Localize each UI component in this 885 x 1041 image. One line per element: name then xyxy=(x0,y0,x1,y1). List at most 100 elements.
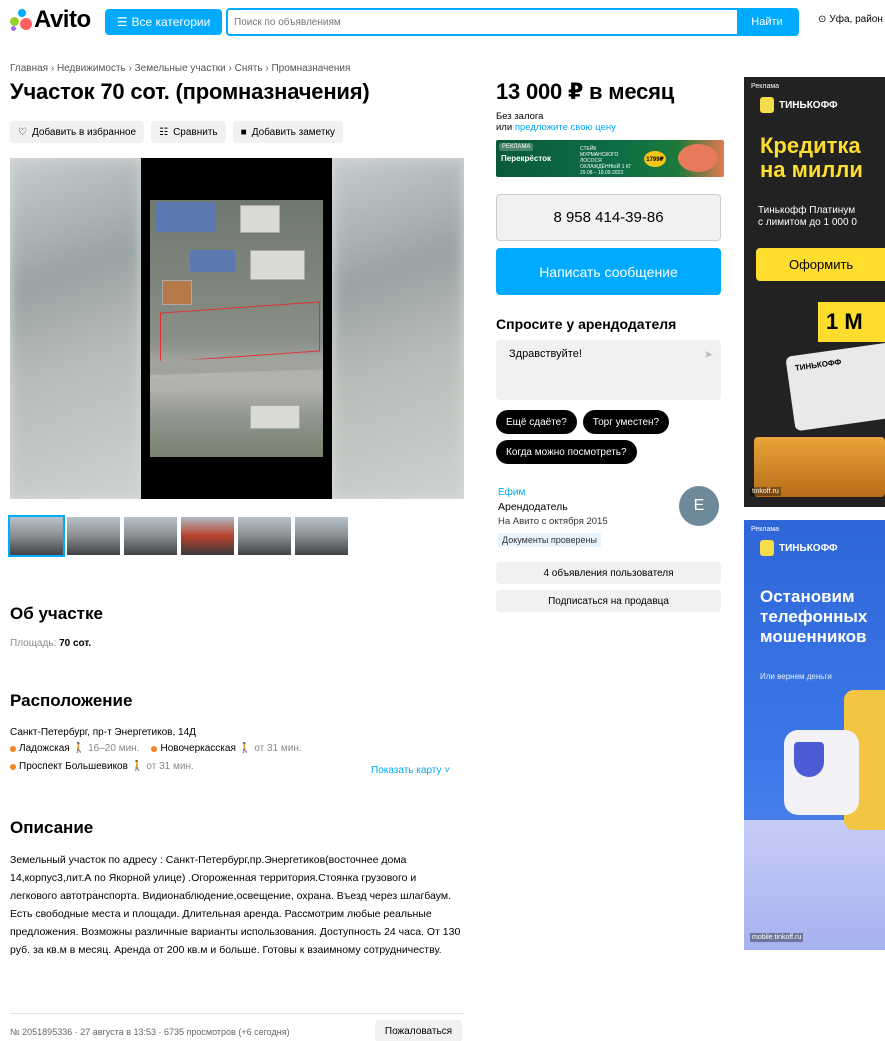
quick-question-chip[interactable]: Торг уместен? xyxy=(582,410,670,434)
aerial-image xyxy=(150,200,323,457)
search-button[interactable]: Найти xyxy=(737,10,797,34)
walking-icon: 🚶 xyxy=(130,761,144,772)
metro-dot-icon xyxy=(10,745,16,752)
avatar[interactable]: Е xyxy=(679,486,719,526)
logo-text: Avito xyxy=(34,6,91,33)
metro-name: Новочеркасская xyxy=(160,743,236,754)
ad-headline-line: Кредитка xyxy=(760,133,861,158)
location-heading: Расположение xyxy=(10,691,133,710)
metro-time: от 31 мин. xyxy=(254,743,302,754)
all-categories-button[interactable]: ☰ Все категории xyxy=(105,9,222,35)
add-to-favorites-button[interactable]: ♡ Добавить в избранное xyxy=(10,121,145,143)
tinkoff-mobile-ad[interactable]: Реклама ТИНЬКОФФ Остановим телефонных мо… xyxy=(744,520,885,950)
suggest-price-link[interactable]: предложите свою цену xyxy=(515,122,616,133)
compare-label: Сравнить xyxy=(173,126,218,138)
area-label: Площадь: xyxy=(10,638,57,649)
thumbnail-4[interactable] xyxy=(181,517,234,555)
thumbnail-1[interactable] xyxy=(8,515,65,557)
suggest-prefix: или xyxy=(496,122,513,133)
thumbnail-strip xyxy=(8,515,348,557)
divider xyxy=(10,1013,464,1014)
write-message-button[interactable]: Написать сообщение xyxy=(496,248,721,295)
tinkoff-shield-icon xyxy=(760,97,774,113)
breadcrumb[interactable]: Главная › Недвижимость › Земельные участ… xyxy=(10,63,350,74)
walking-icon: 🚶 xyxy=(238,743,252,754)
quick-questions: Ещё сдаёте? Торг уместен? Когда можно по… xyxy=(496,410,726,464)
gallery-blur-left xyxy=(10,158,141,499)
logo-dots-icon xyxy=(10,9,32,31)
ad-headline-line: мошенников xyxy=(760,627,867,646)
ask-message-text: Здравствуйте! xyxy=(509,348,582,360)
avito-logo[interactable]: Avito xyxy=(10,6,91,33)
ad-brand-text: ТИНЬКОФФ xyxy=(779,99,838,111)
seller-name[interactable]: Ефим xyxy=(498,487,525,498)
item-actions: ♡ Добавить в избранное ☷ Сравнить ■ Доба… xyxy=(10,121,343,143)
compare-button[interactable]: ☷ Сравнить xyxy=(151,121,226,143)
seller-since: На Авито с октября 2015 xyxy=(498,516,608,527)
ad-big-number: 1 М xyxy=(818,302,885,342)
phone-button[interactable]: 8 958 414-39-86 xyxy=(496,194,721,241)
chevron-down-icon: ˅ xyxy=(444,765,451,776)
address: Санкт-Петербург, пр-т Энергетиков, 14Д xyxy=(10,727,196,738)
seller-role: Арендодатель xyxy=(498,501,568,513)
search-box: Найти xyxy=(226,8,799,36)
card-brand: ТИНЬКОФФ xyxy=(794,357,842,373)
send-icon[interactable]: ➤ xyxy=(704,348,713,361)
ad-podium-image xyxy=(744,820,885,950)
header: Avito ☰ Все категории Найти ⊙ Уфа, район xyxy=(0,0,885,42)
thumbnail-3[interactable] xyxy=(124,517,177,555)
shield-icon xyxy=(794,742,824,777)
ad-subtext-line: Тинькофф Платинум xyxy=(758,205,856,216)
metro-dot-icon xyxy=(10,763,16,770)
thumbnail-5[interactable] xyxy=(238,517,291,555)
metro-dot-icon xyxy=(151,745,158,752)
ad-headline-line: телефонных xyxy=(760,607,868,626)
location-pin-icon: ⊙ xyxy=(818,14,827,25)
ad-cta-button[interactable]: Оформить xyxy=(756,248,885,281)
walking-icon: 🚶 xyxy=(72,743,86,754)
tinkoff-credit-ad[interactable]: Реклама ТИНЬКОФФ Кредитка на милли Тиньк… xyxy=(744,77,885,507)
description-text: Земельный участок по адресу : Санкт-Пете… xyxy=(10,854,461,956)
show-map-link[interactable]: Показать карту ˅ xyxy=(371,765,450,776)
ad-headline-line: на милли xyxy=(760,157,863,182)
ad-subtext: Или вернем деньги xyxy=(760,672,832,681)
tinkoff-shield-icon xyxy=(760,540,774,556)
add-note-button[interactable]: ■ Добавить заметку xyxy=(232,121,343,143)
price: 13 000 ₽ в месяц xyxy=(496,79,675,104)
ask-message-field[interactable]: Здравствуйте! ➤ xyxy=(496,340,721,400)
note-icon: ■ xyxy=(240,126,247,138)
area-line: Площадь: 70 сот. xyxy=(10,638,91,649)
quick-question-chip[interactable]: Когда можно посмотреть? xyxy=(496,440,637,464)
all-categories-label: Все категории xyxy=(131,15,211,29)
location-selector[interactable]: ⊙ Уфа, район xyxy=(818,14,883,25)
compare-icon: ☷ xyxy=(159,126,169,138)
ad-headline: Кредитка на милли xyxy=(760,134,863,182)
search-input[interactable] xyxy=(228,10,737,34)
promo-banner[interactable]: РЕКЛАМА Перекрёсток СТЕЙК МУРМАНСКОГО ЛО… xyxy=(496,140,724,177)
heart-icon: ♡ xyxy=(18,126,27,138)
seller-listings-button[interactable]: 4 объявления пользователя xyxy=(496,562,721,584)
photo-gallery[interactable] xyxy=(10,158,464,499)
verified-docs-badge: Документы проверены xyxy=(498,533,601,547)
complain-button[interactable]: Пожаловаться xyxy=(375,1020,462,1041)
ad-label: Реклама xyxy=(751,526,780,533)
quick-question-chip[interactable]: Ещё сдаёте? xyxy=(496,410,577,434)
subscribe-seller-button[interactable]: Подписаться на продавца xyxy=(496,590,721,612)
promo-badge: РЕКЛАМА xyxy=(499,143,534,151)
metro-station: Проспект Большевиков 🚶 от 31 мин. xyxy=(10,761,194,772)
thumbnail-2[interactable] xyxy=(67,517,120,555)
ad-brand: ТИНЬКОФФ xyxy=(760,97,838,113)
metro-name: Проспект Большевиков xyxy=(19,761,128,772)
ad-domain: mobile.tinkoff.ru xyxy=(750,933,804,942)
metro-name: Ладожская xyxy=(19,743,70,754)
main-photo[interactable] xyxy=(141,158,332,499)
promo-text: СТЕЙК МУРМАНСКОГО ЛОСОСЯ ОХЛАЖДЁННЫЙ 1 К… xyxy=(580,146,632,176)
area-value: 70 сот. xyxy=(59,638,92,649)
promo-brand: Перекрёсток xyxy=(501,154,552,163)
page-title: Участок 70 сот. (промназначения) xyxy=(10,79,370,104)
ad-headline: Остановим телефонных мошенников xyxy=(760,587,867,647)
ad-brand-text: ТИНЬКОФФ xyxy=(779,542,838,554)
ad-brand: ТИНЬКОФФ xyxy=(760,540,838,556)
thumbnail-6[interactable] xyxy=(295,517,348,555)
ad-subtext: Тинькофф Платинум с лимитом до 1 000 0 xyxy=(758,205,857,229)
